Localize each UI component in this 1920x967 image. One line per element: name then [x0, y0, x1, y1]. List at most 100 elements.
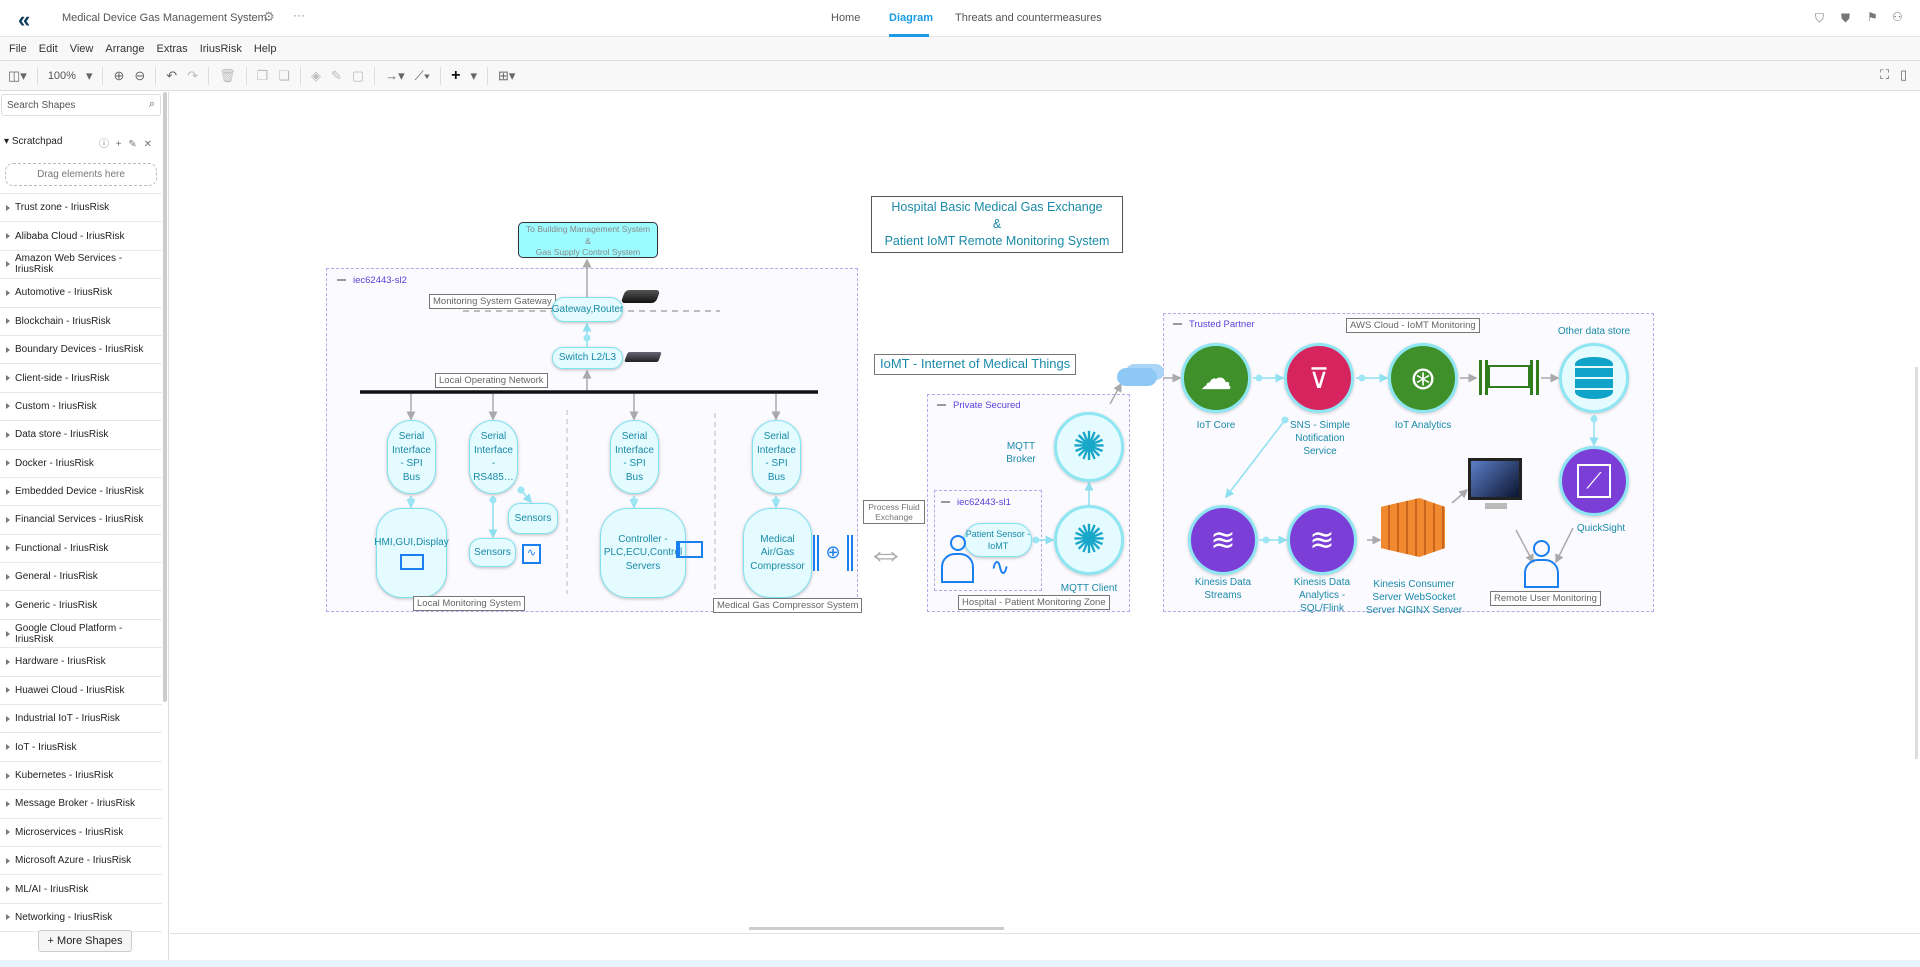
- hmi-display-node[interactable]: HMI,GUI,Display: [374, 508, 449, 598]
- iot-core-node[interactable]: ☁: [1181, 343, 1251, 413]
- sidebar-category[interactable]: Financial Services - IriusRisk: [0, 506, 162, 535]
- sidebar-category[interactable]: Kubernetes - IriusRisk: [0, 762, 162, 791]
- building-management-node[interactable]: To Building Management System & Gas Supply…: [518, 222, 658, 258]
- chevron-down-icon[interactable]: ▾: [86, 68, 93, 84]
- tab-diagram[interactable]: Diagram: [889, 12, 933, 24]
- shield-icon[interactable]: ⛉: [1815, 11, 1824, 26]
- sidebar-category[interactable]: Amazon Web Services - IriusRisk: [0, 251, 162, 280]
- sidebar-category[interactable]: Generic - IriusRisk: [0, 591, 162, 620]
- toggle-panel-icon[interactable]: ▯: [1900, 67, 1907, 83]
- iomt-label[interactable]: IoMT - Internet of Medical Things: [874, 354, 1077, 375]
- insert-plus-icon[interactable]: +: [451, 67, 460, 85]
- diagram-title[interactable]: Hospital Basic Medical Gas Exchange & Pati…: [871, 196, 1123, 253]
- gateway-router-node[interactable]: Gateway,Router: [552, 297, 623, 322]
- sidebar-category[interactable]: Microservices - IriusRisk: [0, 819, 162, 847]
- scratchpad-header[interactable]: ▾ Scratchpad: [4, 136, 62, 147]
- menu-extras[interactable]: Extras: [157, 43, 188, 55]
- edit-icon[interactable]: ✎: [128, 139, 136, 150]
- fullscreen-icon[interactable]: ⛶: [1880, 67, 1889, 83]
- horizontal-scrollbar[interactable]: [749, 927, 1004, 930]
- menu-arrange[interactable]: Arrange: [105, 43, 144, 55]
- menu-edit[interactable]: Edit: [39, 43, 58, 55]
- sidebar-category[interactable]: Message Broker - IriusRisk: [0, 790, 162, 819]
- add-icon[interactable]: +: [116, 139, 122, 150]
- sidebar-category[interactable]: Boundary Devices - IriusRisk: [0, 336, 162, 365]
- undo-icon[interactable]: ↶: [166, 68, 177, 84]
- settings-gear-icon[interactable]: ⚙: [263, 9, 275, 25]
- iot-analytics-node[interactable]: ⊛: [1388, 343, 1458, 413]
- back-logo-icon[interactable]: «: [18, 7, 31, 33]
- vertical-scrollbar[interactable]: [1915, 367, 1918, 759]
- sensors-node[interactable]: Sensors: [508, 503, 558, 534]
- search-shapes-input[interactable]: Search Shapes ⌕: [1, 94, 161, 116]
- sidebar-category[interactable]: Functional - IriusRisk: [0, 535, 162, 564]
- sidebar-category[interactable]: Custom - IriusRisk: [0, 393, 162, 422]
- sidebar-category[interactable]: Embedded Device - IriusRisk: [0, 478, 162, 507]
- line-color-icon[interactable]: ✎: [331, 68, 342, 84]
- redo-icon[interactable]: ↷: [187, 68, 198, 84]
- serial-interface-rs485-node[interactable]: Serial Interface - RS485…: [469, 420, 518, 494]
- zoom-out-icon[interactable]: ⊖: [134, 68, 145, 84]
- sidebar-category[interactable]: Client-side - IriusRisk: [0, 364, 162, 393]
- more-shapes-button[interactable]: + More Shapes: [38, 930, 132, 952]
- delete-icon[interactable]: 🗑: [219, 68, 236, 84]
- sidebar-category[interactable]: Trust zone - IriusRisk: [0, 194, 162, 223]
- sidebar-category[interactable]: Industrial IoT - IriusRisk: [0, 705, 162, 734]
- sidebar-category[interactable]: General - IriusRisk: [0, 563, 162, 592]
- scratchpad-dropzone[interactable]: Drag elements here: [5, 163, 157, 186]
- tab-home[interactable]: Home: [831, 12, 860, 24]
- help-icon[interactable]: ⓘ: [99, 139, 109, 150]
- sns-node[interactable]: ⊽: [1284, 343, 1354, 413]
- cloud-icon: [1117, 368, 1157, 386]
- fill-color-icon[interactable]: ◈: [311, 68, 321, 84]
- serial-interface-spi-node[interactable]: Serial Interface - SPI Bus: [610, 420, 659, 494]
- users-settings-icon[interactable]: ⚇: [1892, 10, 1903, 24]
- close-icon[interactable]: ✕: [144, 139, 152, 150]
- chevron-down-icon[interactable]: ▾: [470, 68, 477, 84]
- sidebar-category[interactable]: IoT - IriusRisk: [0, 733, 162, 762]
- sidebar-category[interactable]: Automotive - IriusRisk: [0, 279, 162, 308]
- compressor-node[interactable]: Medical Air/Gas Compressor: [743, 508, 812, 598]
- sensors-node[interactable]: Sensors: [469, 538, 516, 567]
- kinesis-streams-node[interactable]: ≋: [1188, 505, 1258, 575]
- serial-interface-spi-node[interactable]: Serial Interface - SPI Bus: [387, 420, 436, 494]
- sidebar-category[interactable]: Google Cloud Platform - IriusRisk: [0, 620, 162, 649]
- menu-help[interactable]: Help: [254, 43, 277, 55]
- sidebar-category[interactable]: Hardware - IriusRisk: [0, 648, 162, 677]
- connection-icon[interactable]: →▾: [385, 68, 405, 84]
- serial-interface-spi-node[interactable]: Serial Interface - SPI Bus: [752, 420, 801, 494]
- more-options-icon[interactable]: ···: [293, 8, 305, 22]
- flag-icon[interactable]: ⚑: [1867, 10, 1878, 24]
- to-back-icon[interactable]: ❏: [278, 68, 290, 84]
- format-panel-icon[interactable]: ◫▾: [8, 68, 27, 84]
- sidebar-category[interactable]: Microsoft Azure - IriusRisk: [0, 847, 162, 876]
- sidebar-category[interactable]: Huawei Cloud - IriusRisk: [0, 677, 162, 706]
- divider: [102, 66, 104, 85]
- shield-alert-icon[interactable]: ⛊: [1841, 11, 1850, 26]
- shadow-icon[interactable]: ▢: [352, 68, 364, 84]
- quicksight-node[interactable]: ⟋: [1559, 446, 1629, 516]
- zoom-in-icon[interactable]: ⊕: [113, 68, 124, 84]
- sidebar-category[interactable]: Data store - IriusRisk: [0, 421, 162, 450]
- mqtt-broker-node[interactable]: ✺: [1054, 412, 1124, 482]
- sidebar-category[interactable]: Networking - IriusRisk: [0, 904, 162, 933]
- sidebar-category[interactable]: ML/AI - IriusRisk: [0, 875, 162, 904]
- table-icon[interactable]: ⊞▾: [498, 68, 515, 84]
- data-store-node[interactable]: [1559, 343, 1629, 413]
- waypoints-icon[interactable]: ⟋▾: [415, 68, 430, 84]
- menu-view[interactable]: View: [70, 43, 94, 55]
- mqtt-client-node[interactable]: ✺: [1054, 505, 1124, 575]
- sidebar-category[interactable]: Docker - IriusRisk: [0, 450, 162, 478]
- controller-node[interactable]: Controller - PLC,ECU,Control Servers: [600, 508, 686, 598]
- process-fluid-exchange-label: Process Fluid Exchange: [863, 500, 925, 524]
- switch-node[interactable]: Switch L2/L3: [552, 347, 623, 369]
- tab-threats[interactable]: Threats and countermeasures: [955, 12, 1102, 24]
- sidebar-category[interactable]: Alibaba Cloud - IriusRisk: [0, 222, 162, 251]
- kinesis-analytics-node[interactable]: ≋: [1287, 505, 1357, 575]
- menu-file[interactable]: File: [9, 43, 27, 55]
- sidebar-category[interactable]: Blockchain - IriusRisk: [0, 308, 162, 336]
- zoom-select[interactable]: 100%: [48, 70, 76, 82]
- to-front-icon[interactable]: ❐: [257, 68, 269, 84]
- menu-iriusrisk[interactable]: IriusRisk: [200, 43, 242, 55]
- sidebar-scrollbar[interactable]: [163, 92, 167, 702]
